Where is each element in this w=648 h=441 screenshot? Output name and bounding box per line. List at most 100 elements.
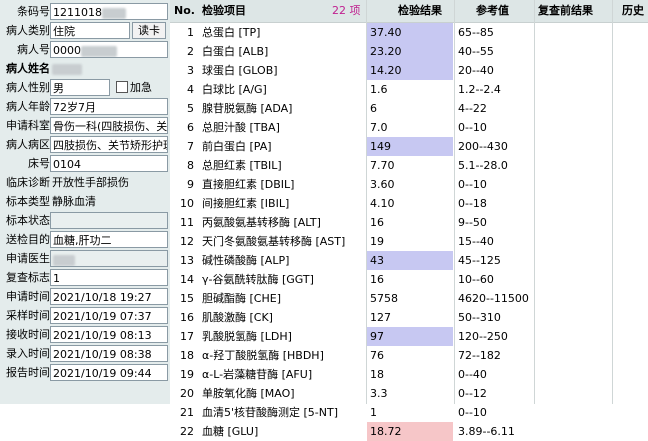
table-row[interactable]: 11 丙氨酸氨基转移酶 [ALT] 16 9--50 <box>170 213 648 232</box>
recheck-value <box>535 346 612 365</box>
table-row[interactable]: 2 白蛋白 [ALB] 23.20 40--55 <box>170 42 648 61</box>
field-value-text: 1 <box>53 272 60 285</box>
field-value[interactable]: 0104 <box>50 155 168 172</box>
recheck-value <box>535 289 612 308</box>
field-value[interactable]: 2021/10/19 08:38 <box>50 345 168 362</box>
field-label: 床号 <box>28 157 50 170</box>
read-card-button[interactable]: 读卡 <box>132 22 166 39</box>
recheck-value <box>535 403 612 422</box>
table-row[interactable]: 13 碱性磷酸酶 [ALP] 43 45--125 <box>170 251 648 270</box>
table-row[interactable]: 19 α-L-岩藻糖苷酶 [AFU] 18 0--40 <box>170 365 648 384</box>
table-row[interactable]: 12 天门冬氨酸氨基转移酶 [AST] 19 15--40 <box>170 232 648 251</box>
field-value[interactable]: 男 <box>50 79 110 96</box>
table-row[interactable]: 5 腺苷脱氨酶 [ADA] 6 4--22 <box>170 99 648 118</box>
field-label: 送检目的 <box>6 233 50 246</box>
table-row[interactable]: 21 血清5'核苷酸酶测定 [5-NT] 1 0--10 <box>170 403 648 422</box>
table-row[interactable]: 8 总胆红素 [TBIL] 7.70 5.1--28.0 <box>170 156 648 175</box>
row-number: 4 <box>187 83 194 96</box>
table-row[interactable]: 10 间接胆红素 [IBIL] 4.10 0--18 <box>170 194 648 213</box>
test-result-value: 4.10 <box>370 197 395 210</box>
table-row[interactable]: 1 总蛋白 [TP] 37.40 65--85 <box>170 23 648 42</box>
field-value-text: 住院 <box>53 25 75 38</box>
form-row: 病人号 0000 <box>0 40 170 59</box>
table-row[interactable]: 6 总胆汁酸 [TBA] 7.0 0--10 <box>170 118 648 137</box>
test-item-name: γ-谷氨酰转肽酶 [GGT] <box>202 273 314 286</box>
field-value[interactable] <box>50 60 168 77</box>
field-value[interactable]: 2021/10/18 19:27 <box>50 288 168 305</box>
field-value[interactable] <box>50 250 168 267</box>
form-row: 申请医生 <box>0 249 170 268</box>
table-row[interactable]: 14 γ-谷氨酰转肽酶 [GGT] 16 10--60 <box>170 270 648 289</box>
form-row: 病人性别男 加急 <box>0 78 170 97</box>
recheck-value <box>535 251 612 270</box>
field-value[interactable]: 2021/10/19 07:37 <box>50 307 168 324</box>
form-row: 录入时间 2021/10/19 08:38 <box>0 344 170 363</box>
field-value[interactable]: 1 <box>50 269 168 286</box>
field-value[interactable]: 72岁7月 <box>50 98 168 115</box>
field-label: 报告时间 <box>6 366 50 379</box>
reference-range: 0--40 <box>458 368 487 381</box>
table-row[interactable]: 22 血糖 [GLU] 18.72 3.89--6.11 <box>170 422 648 441</box>
field-value[interactable]: 血糖,肝功二 <box>50 231 168 248</box>
header-history[interactable]: 历史 <box>622 0 644 22</box>
header-reference[interactable]: 参考值 <box>476 0 509 22</box>
test-item-name: α-L-岩藻糖苷酶 [AFU] <box>202 368 313 381</box>
column-divider <box>612 0 613 404</box>
reference-range: 1.2--2.4 <box>458 83 501 96</box>
test-item-name: 总胆红素 [TBIL] <box>202 159 282 172</box>
table-row[interactable]: 9 直接胆红素 [DBIL] 3.60 0--10 <box>170 175 648 194</box>
field-label: 病人类别 <box>6 24 50 37</box>
recheck-value <box>535 270 612 289</box>
row-number: 9 <box>187 178 194 191</box>
urgent-label: 加急 <box>130 81 152 94</box>
reference-range: 9--50 <box>458 216 487 229</box>
test-item-name: 丙氨酸氨基转移酶 [ALT] <box>202 216 321 229</box>
row-number: 2 <box>187 45 194 58</box>
field-value[interactable]: 2021/10/19 09:44 <box>50 364 168 381</box>
test-result-value: 127 <box>370 311 391 324</box>
field-value[interactable]: 2021/10/19 08:13 <box>50 326 168 343</box>
reference-range: 0--18 <box>458 197 487 210</box>
test-result-value: 7.70 <box>370 159 395 172</box>
field-label: 复查标志 <box>6 271 50 284</box>
column-divider <box>454 0 455 404</box>
field-value[interactable]: 1211018 <box>50 3 168 20</box>
field-value[interactable]: 四肢损伤、关节矫形护理 <box>50 136 168 153</box>
table-row[interactable]: 20 单胺氧化酶 [MAO] 3.3 0--12 <box>170 384 648 403</box>
reference-range: 3.89--6.11 <box>458 425 515 438</box>
table-row[interactable]: 17 乳酸脱氢酶 [LDH] 97 120--250 <box>170 327 648 346</box>
row-number: 6 <box>187 121 194 134</box>
field-value[interactable]: 住院 <box>50 22 130 39</box>
field-value[interactable] <box>50 212 168 229</box>
test-result-value: 3.3 <box>370 387 388 400</box>
test-item-name: 白球比 [A/G] <box>202 83 267 96</box>
form-row: 复查标志 1 <box>0 268 170 287</box>
reference-range: 72--182 <box>458 349 501 362</box>
table-row[interactable]: 7 前白蛋白 [PA] 149 200--430 <box>170 137 648 156</box>
field-value-text: 72岁7月 <box>53 101 96 114</box>
table-row[interactable]: 3 球蛋白 [GLOB] 14.20 20--40 <box>170 61 648 80</box>
field-value[interactable]: 0000 <box>50 41 168 58</box>
row-number: 20 <box>180 387 194 400</box>
table-row[interactable]: 4 白球比 [A/G] 1.6 1.2--2.4 <box>170 80 648 99</box>
row-number: 3 <box>187 64 194 77</box>
patient-info-panel: 条码号 1211018 病人类别 住院 读卡 病人号 0000 病人姓名 病人性别男加急 病人年龄… <box>0 0 170 404</box>
field-label: 病人病区 <box>6 138 50 151</box>
recheck-value <box>535 213 612 232</box>
urgent-checkbox[interactable] <box>116 81 128 93</box>
header-recheck[interactable]: 复查前结果 <box>538 0 593 22</box>
test-item-name: 血糖 [GLU] <box>202 425 259 438</box>
table-row[interactable]: 15 胆碱酯酶 [CHE] 5758 4620--11500 <box>170 289 648 308</box>
header-item-count: 22 项 <box>332 4 361 17</box>
header-item[interactable]: 检验项目 <box>202 0 246 22</box>
field-value[interactable]: 静脉血清 <box>50 193 168 210</box>
recheck-value <box>535 42 612 61</box>
field-value[interactable]: 开放性手部损伤 <box>50 174 168 191</box>
table-row[interactable]: 16 肌酸激酶 [CK] 127 50--310 <box>170 308 648 327</box>
test-result-value: 18.72 <box>367 422 453 441</box>
header-result[interactable]: 检验结果 <box>398 0 442 22</box>
table-row[interactable]: 18 α-羟丁酸脱氢酶 [HBDH] 76 72--182 <box>170 346 648 365</box>
field-value-text: 静脉血清 <box>52 195 96 208</box>
field-value[interactable]: 骨伤一科(四肢损伤、关 <box>50 117 168 134</box>
row-number: 17 <box>180 330 194 343</box>
